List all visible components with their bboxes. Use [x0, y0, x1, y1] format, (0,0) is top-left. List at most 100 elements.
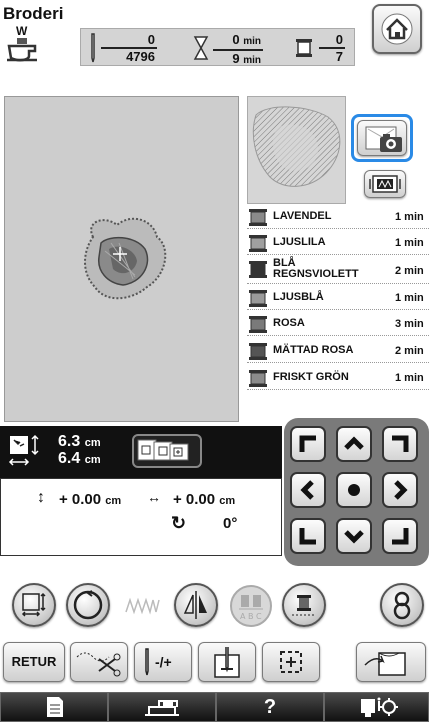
design-thumbnail-shape [252, 106, 341, 187]
help-button[interactable]: ? [216, 692, 324, 722]
thread-list-item[interactable]: LJUSLILA 1 min [247, 232, 429, 255]
move-up-button[interactable] [336, 426, 372, 462]
hourglass-icon [193, 36, 209, 60]
move-up-right-button[interactable] [382, 426, 418, 462]
presser-foot-icon: W [3, 24, 41, 64]
move-left-button[interactable] [290, 472, 326, 508]
time-counter: 0 min 9 min [213, 32, 263, 68]
settings-icon [361, 697, 398, 717]
stitch-total: 4796 [126, 49, 155, 64]
arrow-down-left-icon [299, 528, 316, 545]
arrow-up-left-icon [299, 435, 316, 452]
start-point-button[interactable] [198, 642, 256, 682]
density-icon [125, 597, 160, 615]
horizontal-move-icon: ↔ [147, 489, 161, 505]
move-right-button[interactable] [382, 472, 418, 508]
info-panel: 6.3 cm 6.4 cm ↕ + 0.00 cm ↔ + 0.00 cm ↻ … [0, 426, 282, 556]
thread-time: 3 min [395, 318, 424, 330]
thread-spool-icon [249, 235, 267, 252]
thread-spool-icon [296, 39, 312, 57]
embroidery-area [4, 96, 239, 422]
letter-spacing-icon: A B C [239, 595, 263, 621]
time-unit: min [243, 55, 261, 66]
trial-button[interactable] [262, 642, 320, 682]
jump-stitch-trim-button[interactable] [70, 642, 128, 682]
move-down-button[interactable] [336, 518, 372, 554]
move-down-right-button[interactable] [382, 518, 418, 554]
thread-time: 1 min [395, 237, 424, 249]
thread-list-item[interactable]: LAVENDEL 1 min [247, 206, 429, 229]
hoop-size-button[interactable] [132, 434, 202, 468]
settings-button[interactable] [324, 692, 429, 722]
thread-list-item[interactable]: ROSA 3 min [247, 313, 429, 336]
color-counter: 07 [319, 32, 345, 64]
thread-spool-icon [249, 370, 267, 387]
needle-start-icon [214, 647, 240, 678]
needle-icon [145, 648, 149, 676]
repeat-button[interactable] [380, 583, 424, 627]
vertical-value: + 0.00 [59, 491, 102, 508]
needle-step-label: -/+ [155, 654, 172, 670]
needle-forward-back-button[interactable]: -/+ [134, 642, 192, 682]
thread-list-item[interactable]: FRISKT GRÖN 1 min [247, 367, 429, 390]
rotate-button[interactable] [66, 583, 110, 627]
thread-list-item[interactable]: BLÅ REGNSVIOLETT 2 min [247, 256, 429, 284]
next-step-button[interactable] [356, 642, 426, 682]
vertical-move-icon: ↕ [37, 489, 45, 506]
thread-time: 1 min [395, 372, 424, 384]
rotate-icon: ↻ [171, 513, 187, 533]
horizontal-value: + 0.00 [173, 491, 216, 508]
density-button [122, 586, 164, 626]
design-thumbnail [247, 96, 346, 204]
thread-name: LJUSLILA [273, 236, 326, 248]
machine-settings-button[interactable] [108, 692, 216, 722]
thread-spool-icon [249, 209, 267, 226]
design-size: 6.3 cm 6.4 cm [58, 434, 101, 468]
scissors-icon [76, 652, 121, 677]
arrow-up-icon [344, 436, 364, 450]
thread-color-button[interactable] [282, 583, 326, 627]
document-icon [47, 697, 63, 717]
home-button[interactable] [372, 4, 422, 54]
status-bar: 0 4796 0 min 9 min 07 [80, 28, 355, 66]
camera-view-button[interactable] [351, 114, 413, 162]
move-down-left-button[interactable] [290, 518, 326, 554]
thread-name: BLÅ REGNSVIOLETT [273, 257, 359, 280]
size-button[interactable] [12, 583, 56, 627]
color-total: 7 [335, 49, 343, 64]
needle-icon [91, 33, 95, 63]
thread-list-item[interactable]: LJUSBLÅ 1 min [247, 287, 429, 310]
hoop-size-icon [137, 439, 189, 461]
center-button[interactable] [336, 472, 372, 508]
return-button[interactable]: RETUR [3, 642, 65, 682]
foot-letter: W [16, 24, 28, 38]
size-width-value: 6.4 [58, 450, 81, 467]
thread-name: ROSA [273, 317, 305, 329]
embroidery-design-preview [84, 217, 167, 300]
manual-button[interactable] [0, 692, 108, 722]
size-unit: cm [84, 454, 101, 466]
center-dot-icon [348, 484, 360, 496]
move-up-left-button[interactable] [290, 426, 326, 462]
mirror-icon [183, 591, 207, 619]
thread-name: FRISKT GRÖN [273, 371, 349, 383]
thread-time: 1 min [395, 292, 424, 304]
rotate-circle-icon [73, 590, 103, 620]
figure-eight-icon [393, 591, 411, 620]
mirror-button[interactable] [174, 583, 218, 627]
frame-icon [369, 175, 401, 193]
thread-spool-icon [249, 290, 267, 307]
time-unit: min [243, 36, 261, 47]
thread-spool-icon [249, 261, 267, 278]
page-turn-icon [364, 652, 406, 676]
page-title: Broderi [3, 4, 64, 23]
home-icon [381, 13, 413, 45]
abc-button: A B C [230, 585, 272, 627]
svg-text:A B C: A B C [240, 612, 262, 621]
arrow-up-right-icon [392, 435, 409, 452]
size-unit: cm [84, 437, 101, 449]
size-icon [8, 434, 39, 466]
frame-scan-button[interactable] [364, 170, 406, 198]
size-height-value: 6.3 [58, 433, 81, 450]
thread-list-item[interactable]: MÄTTAD ROSA 2 min [247, 340, 429, 363]
